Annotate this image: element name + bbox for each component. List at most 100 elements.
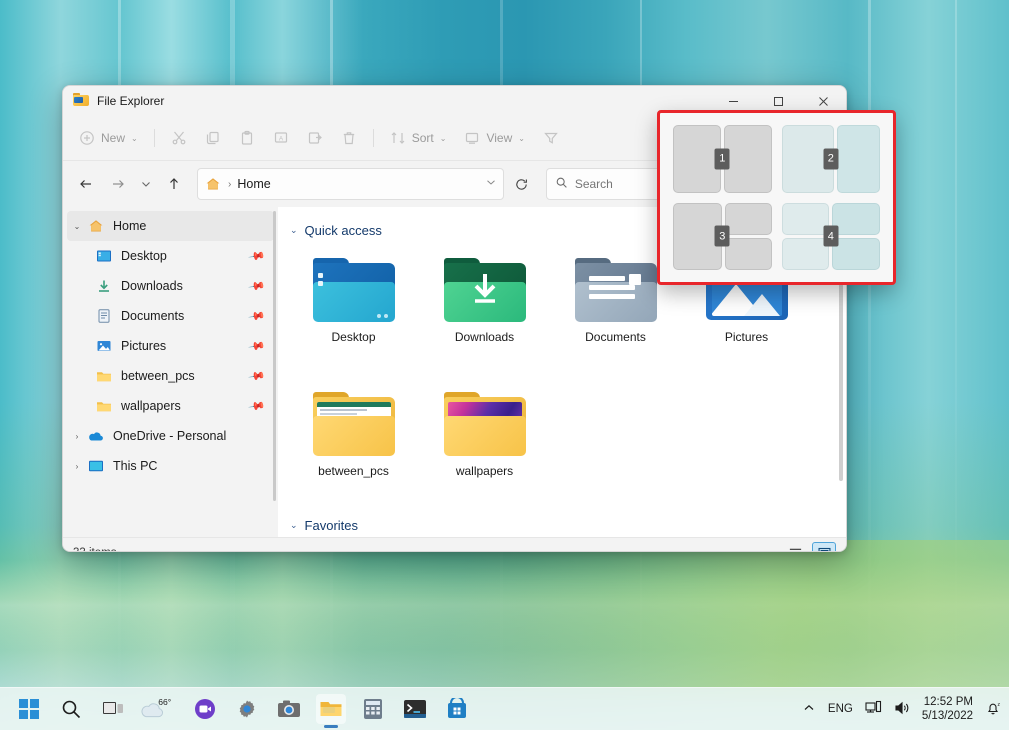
svg-text:A: A <box>279 136 284 143</box>
plus-circle-icon <box>79 130 95 146</box>
pin-icon[interactable]: 📌 <box>248 337 267 356</box>
file-tile-desktop[interactable]: Desktop <box>288 248 419 374</box>
pin-icon[interactable]: 📌 <box>248 247 267 266</box>
file-tile-between-pcs[interactable]: between_pcs <box>288 382 419 508</box>
volume-icon[interactable] <box>894 701 910 718</box>
chevron-down-icon[interactable] <box>485 175 497 193</box>
file-tile-label: Downloads <box>455 330 514 344</box>
sidebar-item-label: Pictures <box>121 339 166 353</box>
snap-layout-option-3[interactable]: 3 <box>673 203 772 271</box>
back-button[interactable] <box>71 169 101 199</box>
view-toggle-group <box>784 542 836 552</box>
filter-icon <box>543 130 559 146</box>
documents-icon <box>95 308 113 324</box>
snap-layout-option-1[interactable]: 1 <box>673 125 772 193</box>
divider <box>154 129 155 147</box>
calculator-button[interactable] <box>358 694 388 724</box>
item-count-label: 33 items <box>73 547 116 552</box>
settings-button[interactable] <box>232 694 262 724</box>
file-explorer-button[interactable] <box>316 694 346 724</box>
sort-button-label: Sort <box>412 131 434 145</box>
start-button[interactable] <box>14 694 44 724</box>
pin-icon[interactable]: 📌 <box>248 367 267 386</box>
network-icon[interactable] <box>865 700 882 718</box>
search-button[interactable] <box>56 694 86 724</box>
copy-icon <box>205 130 221 146</box>
pin-icon[interactable]: 📌 <box>248 397 267 416</box>
downloads-folder-icon <box>444 256 526 322</box>
pictures-icon <box>95 338 113 354</box>
sidebar-item-wallpapers[interactable]: wallpapers 📌 <box>67 391 274 421</box>
cut-button[interactable] <box>163 123 195 153</box>
task-view-button[interactable] <box>98 694 128 724</box>
sort-icon <box>390 130 406 146</box>
file-tile-downloads[interactable]: Downloads <box>419 248 550 374</box>
sidebar-item-this-pc[interactable]: › This PC <box>67 451 274 481</box>
sidebar-item-onedrive[interactable]: › OneDrive - Personal <box>67 421 274 451</box>
clock[interactable]: 12:52 PM 5/13/2022 <box>922 695 973 723</box>
desktop-folder-icon <box>313 256 395 322</box>
sidebar-item-downloads[interactable]: Downloads 📌 <box>67 271 274 301</box>
refresh-button[interactable] <box>508 169 536 199</box>
address-bar[interactable]: › Home <box>197 168 504 200</box>
sidebar-item-label: Documents <box>121 309 184 323</box>
sidebar-item-home[interactable]: ⌄ Home <box>67 211 274 241</box>
filter-button[interactable] <box>535 123 567 153</box>
breadcrumb-separator: › <box>228 179 231 190</box>
onedrive-icon <box>87 428 105 444</box>
chat-button[interactable] <box>190 694 220 724</box>
chevron-down-icon[interactable]: ⌄ <box>67 222 87 231</box>
breadcrumb[interactable]: Home <box>237 177 270 191</box>
recent-locations-button[interactable] <box>135 169 157 199</box>
view-button[interactable]: View ⌄ <box>456 123 533 153</box>
language-indicator[interactable]: ENG <box>828 703 853 715</box>
group-title: Quick access <box>305 223 382 238</box>
favorites-group-header[interactable]: ⌄ Favorites <box>290 518 846 533</box>
paste-button[interactable] <box>231 123 263 153</box>
chevron-right-icon[interactable]: › <box>67 432 87 441</box>
sidebar-item-pictures[interactable]: Pictures 📌 <box>67 331 274 361</box>
sidebar-item-label: Downloads <box>121 279 183 293</box>
sidebar-item-between-pcs[interactable]: between_pcs 📌 <box>67 361 274 391</box>
sort-button[interactable]: Sort ⌄ <box>382 123 455 153</box>
snap-layout-option-2[interactable]: 2 <box>782 125 881 193</box>
chevron-down-icon[interactable]: ⌄ <box>290 520 298 531</box>
navigation-pane: ⌄ Home Desktop 📌 <box>63 207 278 537</box>
share-button[interactable] <box>299 123 331 153</box>
weather-widget[interactable]: 66° <box>140 694 178 724</box>
list-view-button[interactable] <box>784 543 806 552</box>
rename-icon: A <box>273 130 289 146</box>
chevron-right-icon[interactable]: › <box>67 462 87 471</box>
snap-layout-option-4[interactable]: 4 <box>782 203 881 271</box>
view-button-label: View <box>486 131 512 145</box>
file-tile-label: Pictures <box>725 330 768 344</box>
sidebar-item-desktop[interactable]: Desktop 📌 <box>67 241 274 271</box>
folder-thumb-icon <box>313 390 395 456</box>
new-button[interactable]: New ⌄ <box>71 123 146 153</box>
pin-icon[interactable]: 📌 <box>248 277 267 296</box>
thumbnail-view-button[interactable] <box>812 542 836 552</box>
svg-text:z: z <box>998 702 1001 708</box>
folder-icon <box>73 93 89 109</box>
rename-button[interactable]: A <box>265 123 297 153</box>
camera-button[interactable] <box>274 694 304 724</box>
bell-icon[interactable]: z <box>985 700 1001 719</box>
file-tile-wallpapers[interactable]: wallpapers <box>419 382 550 508</box>
home-icon <box>204 176 222 192</box>
pin-icon[interactable]: 📌 <box>248 307 267 326</box>
sidebar-item-documents[interactable]: Documents 📌 <box>67 301 274 331</box>
chevron-down-icon: ⌄ <box>518 134 525 143</box>
copy-button[interactable] <box>197 123 229 153</box>
group-title: Favorites <box>305 518 358 533</box>
chevron-down-icon[interactable]: ⌄ <box>290 225 298 236</box>
sidebar-scrollbar[interactable] <box>273 211 276 501</box>
sidebar-item-label: wallpapers <box>121 399 181 413</box>
chevron-up-icon[interactable] <box>802 701 816 718</box>
delete-button[interactable] <box>333 123 365 153</box>
scissors-icon <box>171 130 187 146</box>
microsoft-store-button[interactable] <box>442 694 472 724</box>
forward-button[interactable] <box>103 169 133 199</box>
terminal-button[interactable] <box>400 694 430 724</box>
file-tile-label: wallpapers <box>456 464 513 478</box>
up-button[interactable] <box>159 169 189 199</box>
